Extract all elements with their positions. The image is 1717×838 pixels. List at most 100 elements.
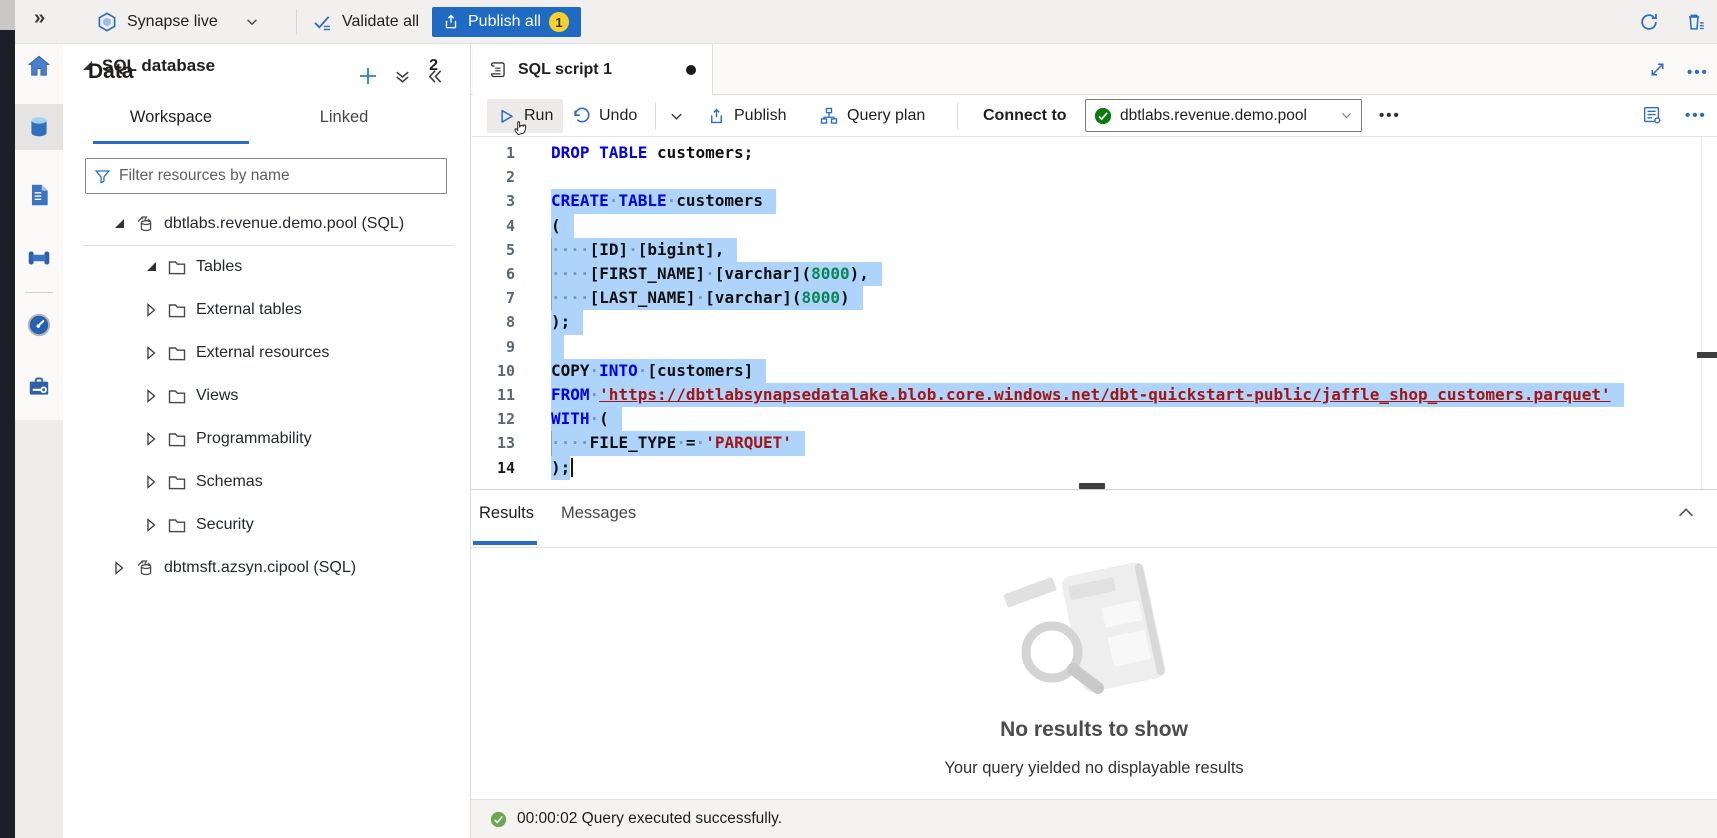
filter-input[interactable] (119, 167, 438, 185)
tree-item-schemas[interactable]: Schemas (63, 460, 471, 503)
code-line[interactable] (551, 335, 1717, 359)
collapsed-arrow-icon[interactable] (143, 303, 159, 317)
rail-divider (25, 292, 53, 293)
undo-button[interactable]: Undo (571, 95, 637, 137)
pool-dropdown[interactable]: dbtlabs.revenue.demo.pool (1085, 99, 1362, 132)
collapse-results-icon[interactable] (1675, 502, 1697, 524)
data-panel: Data Workspace Linked SQL database 2 dbt… (63, 44, 471, 838)
run-label: Run (524, 107, 553, 125)
editor-toolbar: Run Undo Publish Query plan Connect to (471, 95, 1717, 137)
mode-selector[interactable]: Synapse live (96, 0, 259, 44)
code-line[interactable]: ( (551, 214, 1717, 238)
home-icon[interactable] (26, 53, 52, 79)
code-line[interactable]: COPY·INTO·[customers] (551, 359, 1717, 383)
toolbar-more-icon[interactable]: ••• (1379, 107, 1401, 124)
tree-item-label: dbtlabs.revenue.demo.pool (SQL) (164, 215, 404, 233)
tree-item-security[interactable]: Security (63, 503, 471, 546)
line-number[interactable]: 1 (471, 141, 515, 165)
collapse-panel-icon[interactable] (425, 67, 444, 86)
code-line[interactable]: DROP TABLE customers; (551, 141, 1717, 165)
code-line[interactable]: ····FILE_TYPE·=·'PARQUET' (551, 431, 1717, 455)
expand-editor-icon[interactable] (1648, 60, 1667, 79)
unsaved-indicator (686, 65, 696, 75)
active-tab-underline (93, 141, 249, 144)
data-icon[interactable] (26, 114, 52, 140)
line-number[interactable]: 9 (471, 335, 515, 359)
validate-all-button[interactable]: Validate all (312, 0, 419, 44)
collapsed-arrow-icon[interactable] (143, 432, 159, 446)
toolbar-divider (655, 103, 656, 129)
line-number[interactable]: 6 (471, 262, 515, 286)
line-number[interactable]: 4 (471, 214, 515, 238)
line-number[interactable]: 3 (471, 189, 515, 213)
publish-count-badge: 1 (549, 12, 569, 32)
tree-item-programmability[interactable]: Programmability (63, 417, 471, 460)
expand-panel-icon[interactable]: » (34, 7, 45, 30)
line-number[interactable]: 2 (471, 165, 515, 189)
collapsed-arrow-icon[interactable] (143, 346, 159, 360)
splitter-drag-handle[interactable] (1079, 483, 1105, 489)
tree-item-views[interactable]: Views (63, 374, 471, 417)
integrate-icon[interactable] (26, 245, 52, 271)
code-line[interactable]: ····[FIRST_NAME]·[varchar](8000), (551, 262, 1717, 286)
expanded-arrow-icon[interactable] (111, 219, 127, 228)
code-line[interactable]: WITH·( (551, 407, 1717, 431)
tree-item-tables[interactable]: Tables (63, 245, 471, 288)
collapsed-arrow-icon[interactable] (143, 389, 159, 403)
tree-item-dbtmsft-azsyn-cipool-sql-[interactable]: dbtmsft.azsyn.cipool (SQL) (63, 546, 471, 589)
view-settings-icon[interactable] (1641, 104, 1663, 126)
run-button[interactable]: Run (487, 99, 563, 133)
tree-item-external-resources[interactable]: External resources (63, 331, 471, 374)
tree-item-external-tables[interactable]: External tables (63, 288, 471, 331)
tab-workspace[interactable]: Workspace (93, 108, 249, 142)
editor-scrollbar-handle[interactable] (1697, 352, 1717, 358)
code-editor[interactable]: 1 DROP TABLE customers; 23 CREATE·TABLE·cus… (471, 137, 1717, 490)
monitor-icon[interactable] (26, 312, 52, 338)
code-line[interactable]: ); (551, 456, 1717, 480)
tab-linked[interactable]: Linked (299, 108, 389, 142)
code-line[interactable]: ); (551, 310, 1717, 334)
line-number[interactable]: 7 (471, 286, 515, 310)
code-line[interactable]: ····[ID]·[bigint], (551, 238, 1717, 262)
refresh-icon[interactable] (1638, 11, 1660, 33)
code-line[interactable]: ····[LAST_NAME]·[varchar](8000) (551, 286, 1717, 310)
publish-button[interactable]: Publish (707, 95, 786, 137)
tab-messages[interactable]: Messages (561, 504, 636, 523)
discard-all-icon[interactable] (1684, 11, 1706, 33)
line-number[interactable]: 10 (471, 359, 515, 383)
tab-more-icon[interactable]: ••• (1687, 64, 1709, 81)
line-number[interactable]: 5 (471, 238, 515, 262)
line-number[interactable]: 8 (471, 310, 515, 334)
collapsed-arrow-icon[interactable] (143, 518, 159, 532)
line-number[interactable]: 13 (471, 431, 515, 455)
tree-item-dbtlabs-revenue-demo-pool-sql-[interactable]: dbtlabs.revenue.demo.pool (SQL) (63, 202, 471, 245)
collapse-all-icon[interactable] (393, 67, 412, 86)
validate-label: Validate all (342, 13, 419, 31)
toolbar-right-more-icon[interactable]: ••• (1685, 107, 1707, 124)
code-line[interactable] (551, 165, 1717, 189)
folder-icon (167, 386, 187, 406)
expanded-arrow-icon[interactable] (143, 262, 159, 271)
code-line[interactable]: CREATE·TABLE·customers (551, 189, 1717, 213)
run-options-chevron[interactable] (669, 95, 684, 137)
line-number[interactable]: 11 (471, 383, 515, 407)
collapsed-arrow-icon[interactable] (111, 561, 127, 575)
query-plan-button[interactable]: Query plan (819, 95, 925, 137)
develop-icon[interactable] (26, 182, 52, 208)
query-plan-label: Query plan (847, 107, 925, 125)
folder-icon (167, 515, 187, 535)
collapsed-arrow-icon[interactable] (143, 475, 159, 489)
tab-results[interactable]: Results (479, 504, 534, 523)
line-number[interactable]: 12 (471, 407, 515, 431)
line-number[interactable]: 14 (471, 456, 515, 480)
tab-sql-script[interactable]: SQL script 1 (473, 44, 713, 95)
code-line[interactable]: FROM·'https://dbtlabsynapsedatalake.blob… (551, 383, 1717, 407)
mode-label: Synapse live (127, 13, 218, 31)
publish-all-button[interactable]: Publish all 1 (432, 7, 581, 37)
pool-icon (135, 214, 155, 234)
toolbar-divider-2 (957, 103, 958, 129)
manage-icon[interactable] (26, 373, 52, 399)
tree-item-label: External tables (196, 301, 302, 319)
add-resource-icon[interactable] (356, 64, 380, 88)
undo-label: Undo (599, 107, 637, 125)
